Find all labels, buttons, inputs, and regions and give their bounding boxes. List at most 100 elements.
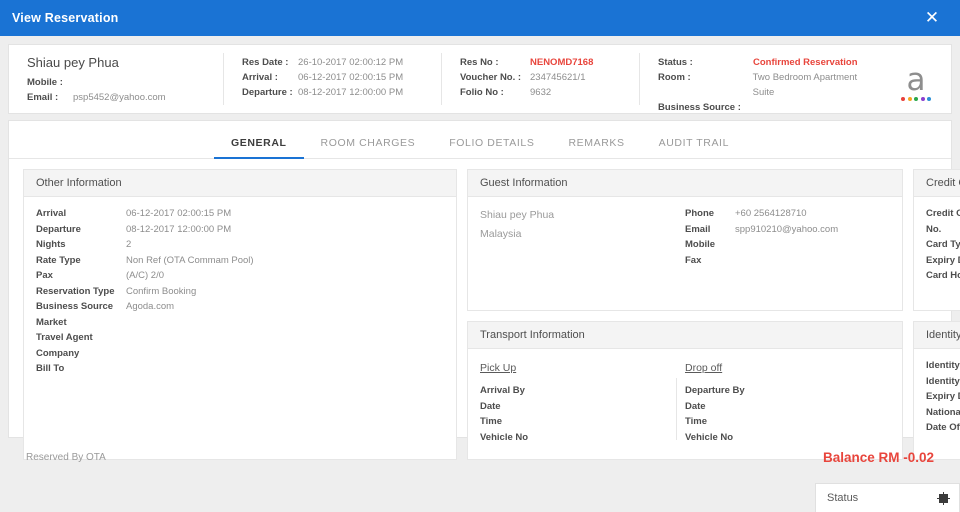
pickup-vehicle-no-label: Vehicle No <box>480 431 529 443</box>
other-travel-agent-label: Travel Agent <box>36 332 93 343</box>
guest-email-value: spp910210@yahoo.com <box>735 223 839 235</box>
identity-nationality-row: Nationality Malaysia <box>926 405 960 421</box>
close-icon[interactable]: ✕ <box>914 0 950 36</box>
status-badge: Confirmed Reservation <box>753 57 858 68</box>
dropoff-time-label: Time <box>685 416 708 427</box>
other-nights-row: Nights 2 <box>36 237 444 253</box>
summary-status-row: Status : Confirmed Reservation <box>658 55 881 70</box>
other-bill-to-row: Bill To <box>36 361 444 377</box>
identity-no-label: Identity No <box>926 375 960 387</box>
reservation-detail-panel: GENERAL ROOM CHARGES FOLIO DETAILS REMAR… <box>8 120 960 460</box>
summary-voucher-no-value: 234745621/1 <box>530 72 586 83</box>
guest-information-title: Guest Information <box>468 170 902 197</box>
guest-mobile-label: Mobile <box>685 239 716 250</box>
card-type-row: Card Type Visa <box>926 237 960 253</box>
summary-departure-label: Departure : <box>242 87 293 98</box>
pickup-time-row: Time <box>480 414 685 430</box>
identity-expiry-date-row: Expiry Date <box>926 389 960 405</box>
other-market-row: Market <box>36 315 444 331</box>
other-reservation-type-value: Confirm Booking <box>126 285 197 297</box>
guest-phone-row: Phone +60 2564128710 <box>685 206 890 222</box>
summary-res-date-row: Res Date : 26-10-2017 02:00:12 PM <box>242 55 442 70</box>
summary-dates-column: Res Date : 26-10-2017 02:00:12 PM Arriva… <box>224 45 442 113</box>
summary-room-value: Two Bedroom Apartment Suite <box>752 72 858 98</box>
guest-mobile-row: Mobile <box>685 237 890 253</box>
other-pax-row: Pax (A/C) 2/0 <box>36 268 444 284</box>
expiry-date-row: Expiry Date 02/2022 <box>926 253 960 269</box>
tab-folio-details[interactable]: FOLIO DETAILS <box>432 137 551 158</box>
identity-date-of-birth-row: Date Of Birth <box>926 420 960 436</box>
guest-identity-block: Shiau pey Phua Malaysia <box>480 206 685 300</box>
dropoff-date-row: Date <box>685 399 890 415</box>
page-title: View Reservation <box>12 11 119 25</box>
agoda-logo-dots <box>901 97 931 101</box>
credit-card-info-panel: Credit Card Info Credit Card No. xxxx xx… <box>913 169 960 311</box>
other-pax-value: (A/C) 2/0 <box>126 270 165 281</box>
summary-email-label: Email : <box>27 92 59 103</box>
other-pax-label: Pax <box>36 270 53 281</box>
other-departure-row: Departure 08-12-2017 12:00:00 PM <box>36 222 444 238</box>
other-bill-to-label: Bill To <box>36 363 65 374</box>
dropoff-time-row: Time <box>685 414 890 430</box>
pickup-time-label: Time <box>480 416 503 427</box>
credit-card-info-title: Credit Card Info <box>914 170 960 197</box>
drop-off-link[interactable]: Drop off <box>685 362 722 374</box>
other-departure-value: 08-12-2017 12:00:00 PM <box>126 223 232 235</box>
other-nights-label: Nights <box>36 239 66 250</box>
summary-status-column: Status : Confirmed Reservation Room : Tw… <box>640 45 881 113</box>
summary-res-date-label: Res Date : <box>242 57 289 68</box>
identity-type-row: Identity Type <box>926 358 960 374</box>
other-rate-type-value: Non Ref (OTA Commam Pool) <box>126 254 254 266</box>
transport-pickup-column: Pick Up Arrival By Date Time Vehicle No <box>480 358 685 449</box>
expiry-date-label: Expiry Date <box>926 254 960 266</box>
other-business-source-value: Agoda.com <box>126 301 175 312</box>
guest-phone-label: Phone <box>685 208 715 219</box>
expand-plus-icon[interactable] <box>937 491 950 505</box>
guest-information-panel: Guest Information Shiau pey Phua Malaysi… <box>467 169 903 311</box>
other-reservation-type-label: Reservation Type <box>36 285 115 297</box>
pick-up-link[interactable]: Pick Up <box>480 362 516 374</box>
other-information-title: Other Information <box>24 170 456 197</box>
summary-folio-no-label: Folio No : <box>460 87 504 98</box>
other-company-row: Company <box>36 346 444 362</box>
tab-audit-trail[interactable]: AUDIT TRAIL <box>642 137 746 158</box>
status-widget-label: Status <box>827 492 859 504</box>
reserved-by-note: Reserved By OTA <box>26 452 106 463</box>
other-business-source-label: Business Source <box>36 301 114 312</box>
summary-guest-name: Shiau pey Phua <box>27 55 119 70</box>
tab-room-charges[interactable]: ROOM CHARGES <box>304 137 433 158</box>
transport-information-title: Transport Information <box>468 322 902 349</box>
other-information-panel: Other Information Arrival 06-12-2017 02:… <box>23 169 457 460</box>
summary-arrival-value: 06-12-2017 02:00:15 PM <box>298 72 404 83</box>
dropoff-vehicle-no-label: Vehicle No <box>685 431 734 443</box>
credit-card-no-label: Credit Card No. <box>926 208 960 235</box>
dropoff-departure-by-label: Departure By <box>685 385 745 396</box>
identity-information-title: Identity Information <box>914 322 960 349</box>
identity-date-of-birth-label: Date Of Birth <box>926 422 960 433</box>
other-company-label: Company <box>36 347 80 359</box>
tab-general[interactable]: GENERAL <box>213 137 304 159</box>
card-holder-name-label: Card Holder's Name <box>926 270 960 281</box>
summary-mobile-row: Mobile : <box>27 75 224 90</box>
summary-folio-no-value: 9632 <box>530 87 552 98</box>
transport-dropoff-column: Drop off Departure By Date Time Vehicle … <box>685 358 890 449</box>
summary-departure-row: Departure : 08-12-2017 12:00:00 PM <box>242 85 442 100</box>
identity-no-row: Identity No <box>926 374 960 390</box>
summary-departure-value: 08-12-2017 12:00:00 PM <box>298 87 404 98</box>
identity-expiry-date-label: Expiry Date <box>926 391 960 402</box>
summary-status-label: Status : <box>658 57 693 68</box>
status-widget[interactable]: Status <box>815 483 960 512</box>
summary-res-no-row: Res No : NENOMD7168 <box>460 55 640 70</box>
identity-nationality-label: Nationality <box>926 406 960 418</box>
summary-mobile-label: Mobile : <box>27 77 63 88</box>
reservation-summary-card: Shiau pey Phua Mobile : Email : psp5452@… <box>8 44 952 114</box>
other-arrival-row: Arrival 06-12-2017 02:00:15 PM <box>36 206 444 222</box>
general-tab-content: Guest Information Shiau pey Phua Malaysi… <box>9 159 960 460</box>
other-arrival-value: 06-12-2017 02:00:15 PM <box>126 208 232 219</box>
dropoff-vehicle-no-row: Vehicle No <box>685 430 890 446</box>
dropoff-date-label: Date <box>685 400 706 412</box>
guest-country: Malaysia <box>480 228 522 240</box>
other-rate-type-row: Rate Type Non Ref (OTA Commam Pool) <box>36 253 444 269</box>
summary-res-no-label: Res No : <box>460 57 499 68</box>
tab-remarks[interactable]: REMARKS <box>551 137 641 158</box>
